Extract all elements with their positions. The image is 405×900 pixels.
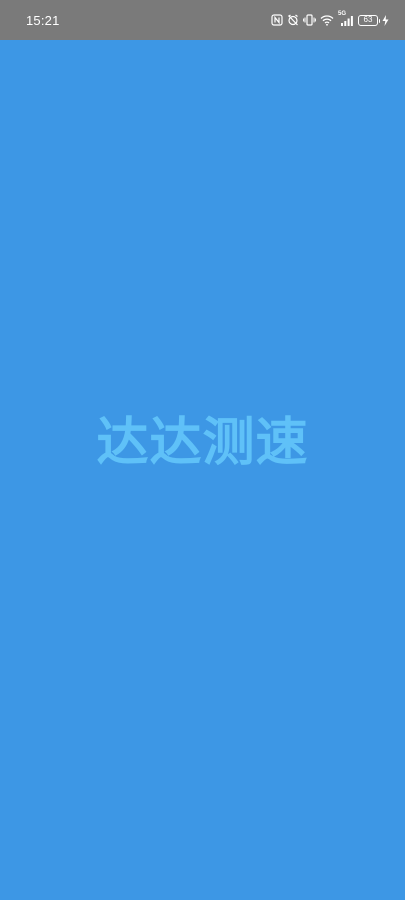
vibrate-icon bbox=[303, 14, 316, 26]
status-icons: 5G 63 bbox=[271, 11, 389, 27]
alarm-off-icon bbox=[287, 14, 299, 26]
wifi-icon bbox=[320, 14, 334, 26]
status-time: 15:21 bbox=[26, 12, 60, 28]
battery-icon: 63 bbox=[358, 14, 380, 26]
status-bar: 15:21 5G 63 bbox=[0, 0, 405, 40]
battery-level: 63 bbox=[363, 15, 373, 24]
charging-icon bbox=[382, 14, 389, 26]
cellular-signal-icon: 5G bbox=[338, 11, 354, 26]
nfc-icon bbox=[271, 14, 283, 26]
app-name-title: 达达测速 bbox=[96, 413, 309, 473]
